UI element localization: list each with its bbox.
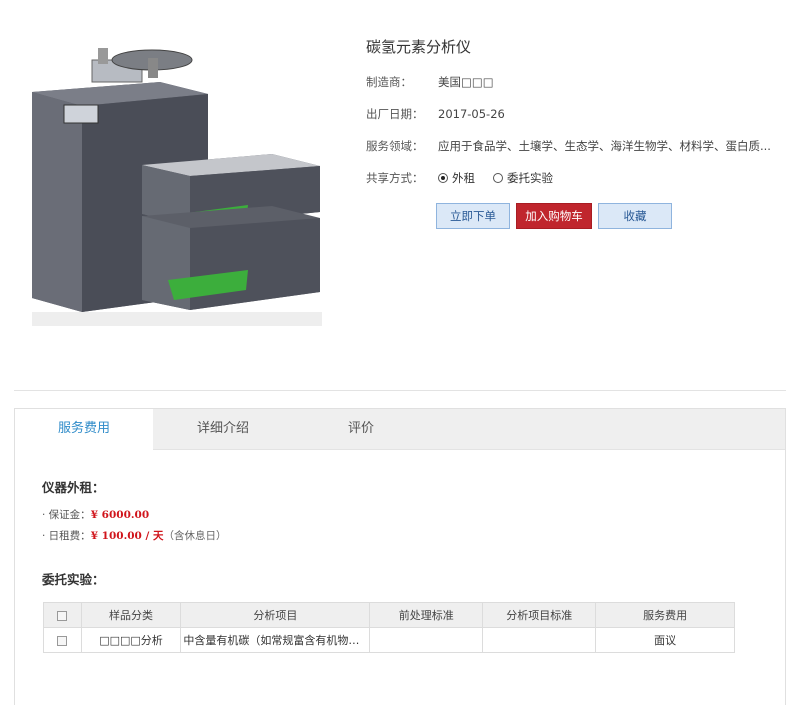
column-header: 分析项目	[180, 602, 371, 628]
commission-table: 样品分类 分析项目 前处理标准 分析项目标准 服务费用 □□□□分析 中含量有机…	[43, 602, 735, 653]
favorite-button[interactable]: 收藏	[598, 203, 672, 229]
tab-details[interactable]: 详细介绍	[153, 409, 293, 450]
tab-service-fee[interactable]: 服务费用	[15, 409, 153, 451]
daily-fee-note: （含休息日）	[163, 530, 227, 542]
table-row: □□□□分析 中含量有机碳（如常规富含有机物的土壤... 面议	[43, 627, 735, 653]
action-buttons: 立即下单 加入购物车 收藏	[436, 203, 786, 229]
column-header: 服务费用	[595, 602, 735, 628]
share-label: 共享方式：	[366, 171, 424, 185]
share-option-rental-label: 外租	[452, 171, 475, 185]
radio-unchecked-icon	[493, 173, 503, 183]
deposit-label: · 保证金：	[42, 509, 91, 521]
column-header: 分析项目标准	[482, 602, 597, 628]
tab-bar: 服务费用 详细介绍 评价	[15, 409, 785, 451]
select-all-checkbox[interactable]	[57, 610, 68, 621]
product-title: 碳氢元素分析仪	[366, 38, 472, 56]
row-select-cell	[43, 627, 82, 653]
domain-row: 服务领域： 应用于食品学、土壤学、生态学、海洋生物学、材料学、蛋白质...	[366, 130, 786, 162]
fee-cell: 面议	[595, 627, 735, 653]
manufacturer-label: 制造商：	[366, 75, 412, 89]
share-option-rental[interactable]: 外租	[438, 162, 475, 194]
item-cell: 中含量有机碳（如常规富含有机物的土壤...	[180, 627, 371, 653]
pretreatment-cell	[369, 627, 484, 653]
date-label: 出厂日期：	[366, 107, 424, 121]
date-value: 2017-05-26	[438, 107, 505, 121]
rental-section-title: 仪器外租：	[42, 480, 105, 495]
share-option-commission-label: 委托实验	[507, 171, 553, 185]
column-header: 样品分类	[80, 602, 182, 628]
daily-fee-line: · 日租费：¥ 100.00 / 天（含休息日）	[42, 528, 226, 543]
item-text: 中含量有机碳（如常规富含有机物的土壤...	[183, 634, 370, 647]
tab-reviews[interactable]: 评价	[293, 409, 429, 450]
deposit-line: · 保证金：¥ 6000.00	[42, 507, 149, 522]
date-row: 出厂日期： 2017-05-26	[366, 98, 786, 130]
select-all-cell	[43, 602, 82, 628]
share-radio-group: 外租 委托实验	[438, 162, 567, 194]
daily-fee-value: ¥ 100.00 / 天	[90, 530, 164, 542]
domain-value: 应用于食品学、土壤学、生态学、海洋生物学、材料学、蛋白质...	[438, 139, 771, 153]
standard-cell	[482, 627, 597, 653]
commission-section-title: 委托实验：	[42, 572, 105, 587]
column-header: 前处理标准	[369, 602, 484, 628]
category-cell: □□□□分析	[80, 627, 182, 653]
section-divider	[14, 390, 786, 391]
deposit-value: ¥ 6000.00	[90, 509, 150, 521]
tabs-panel: 服务费用 详细介绍 评价 仪器外租： · 保证金：¥ 6000.00 · 日租费…	[14, 408, 786, 705]
manufacturer-value: 美国□□□	[438, 75, 494, 89]
radio-checked-icon	[438, 173, 448, 183]
share-option-commission[interactable]: 委托实验	[493, 162, 553, 194]
manufacturer-row: 制造商： 美国□□□	[366, 66, 786, 98]
order-now-button[interactable]: 立即下单	[436, 203, 510, 229]
domain-label: 服务领域：	[366, 139, 424, 153]
add-to-cart-button[interactable]: 加入购物车	[516, 203, 592, 229]
row-checkbox[interactable]	[57, 635, 68, 646]
daily-fee-label: · 日租费：	[42, 530, 91, 542]
product-info: 碳氢元素分析仪 制造商： 美国□□□ 出厂日期： 2017-05-26 服务领域…	[366, 36, 786, 229]
share-row: 共享方式： 外租 委托实验	[366, 162, 786, 194]
table-header-row: 样品分类 分析项目 前处理标准 分析项目标准 服务费用	[43, 602, 735, 628]
product-image	[22, 30, 342, 330]
